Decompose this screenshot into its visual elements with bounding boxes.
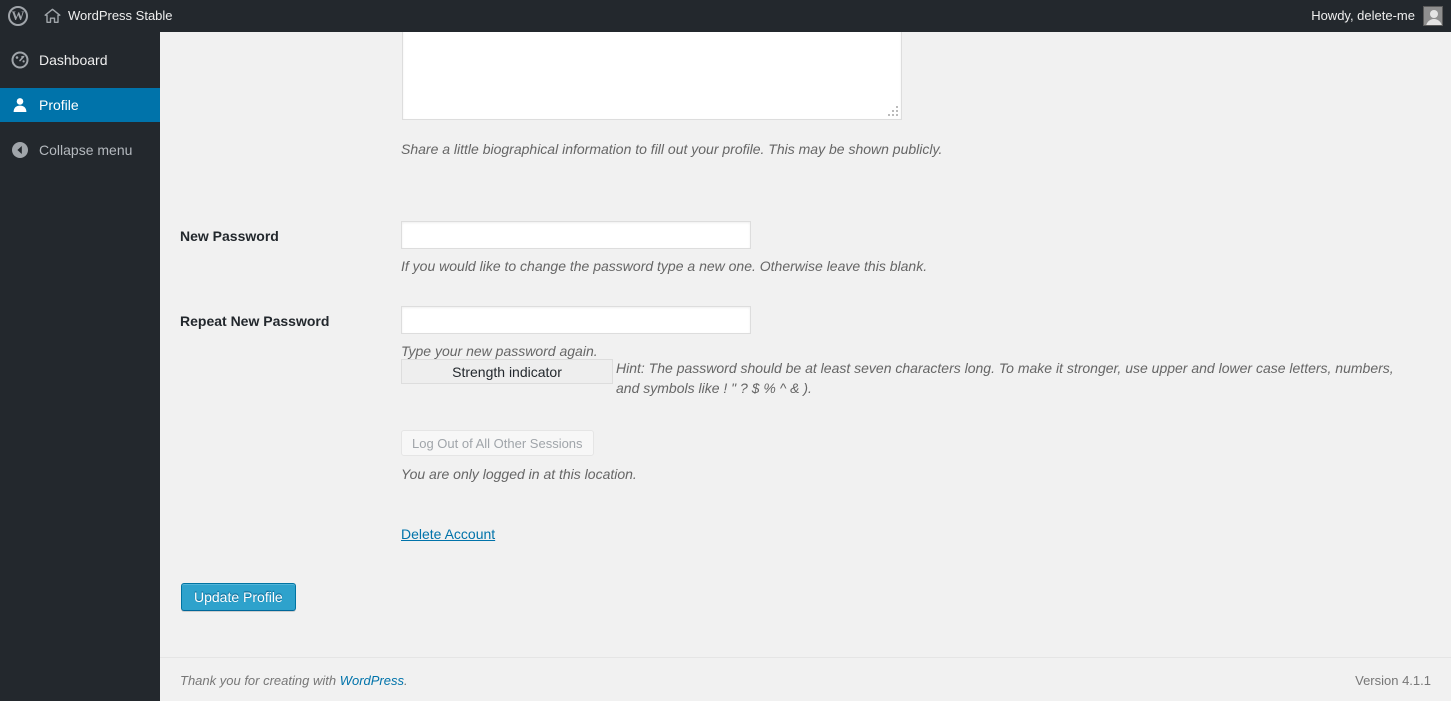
delete-account-link[interactable]: Delete Account (401, 526, 495, 542)
sessions-description: You are only logged in at this location. (401, 466, 637, 482)
new-password-label: New Password (180, 228, 279, 244)
home-icon (44, 8, 61, 24)
dashboard-gauge-icon (10, 50, 30, 70)
footer-thanks-suffix: . (404, 673, 408, 688)
biography-description: Share a little biographical information … (401, 141, 943, 157)
howdy-label: Howdy, delete-me (1311, 8, 1415, 23)
sidebar-item-collapse-menu[interactable]: Collapse menu (0, 133, 160, 167)
sidebar-item-dashboard[interactable]: Dashboard (0, 43, 160, 77)
footer-credit-text: Thank you for creating with WordPress. (180, 673, 408, 688)
wp-logo-menu-item[interactable]: W (0, 0, 36, 32)
wordpress-org-link[interactable]: WordPress (340, 673, 404, 688)
admin-footer: Thank you for creating with WordPress. V… (160, 657, 1451, 701)
content-area: Share a little biographical information … (160, 2, 1451, 701)
site-name-menu-item[interactable]: WordPress Stable (36, 0, 181, 32)
update-profile-button[interactable]: Update Profile (181, 583, 296, 611)
new-password-input[interactable] (401, 221, 751, 249)
new-password-description: If you would like to change the password… (401, 258, 928, 274)
sidebar-item-profile-label: Profile (39, 97, 79, 113)
repeat-password-input[interactable] (401, 306, 751, 334)
admin-bar-left: W WordPress Stable (0, 0, 181, 32)
wordpress-logo-icon: W (8, 6, 28, 26)
log-out-other-sessions-button[interactable]: Log Out of All Other Sessions (401, 430, 594, 456)
admin-bar: W WordPress Stable Howdy, delete-me (0, 0, 1451, 32)
user-icon (10, 95, 30, 115)
admin-bar-right: Howdy, delete-me (1303, 0, 1451, 32)
password-strength-indicator: Strength indicator (401, 359, 613, 384)
collapse-arrow-icon (10, 140, 30, 160)
wp-logo-letter: W (11, 8, 25, 23)
footer-thanks-prefix: Thank you for creating with (180, 673, 340, 688)
sidebar-item-dashboard-label: Dashboard (39, 52, 108, 68)
admin-sidebar-menu: Dashboard Profile Collapse menu (0, 32, 168, 701)
footer-version-text: Version 4.1.1 (1355, 673, 1431, 688)
sidebar-item-collapse-menu-label: Collapse menu (39, 142, 133, 158)
site-name-label: WordPress Stable (68, 8, 173, 23)
repeat-password-label: Repeat New Password (180, 313, 330, 329)
my-account-menu-item[interactable]: Howdy, delete-me (1303, 0, 1443, 32)
password-strength-hint: Hint: The password should be at least se… (616, 360, 1394, 397)
avatar (1423, 6, 1443, 26)
sidebar-item-profile[interactable]: Profile (0, 88, 168, 122)
